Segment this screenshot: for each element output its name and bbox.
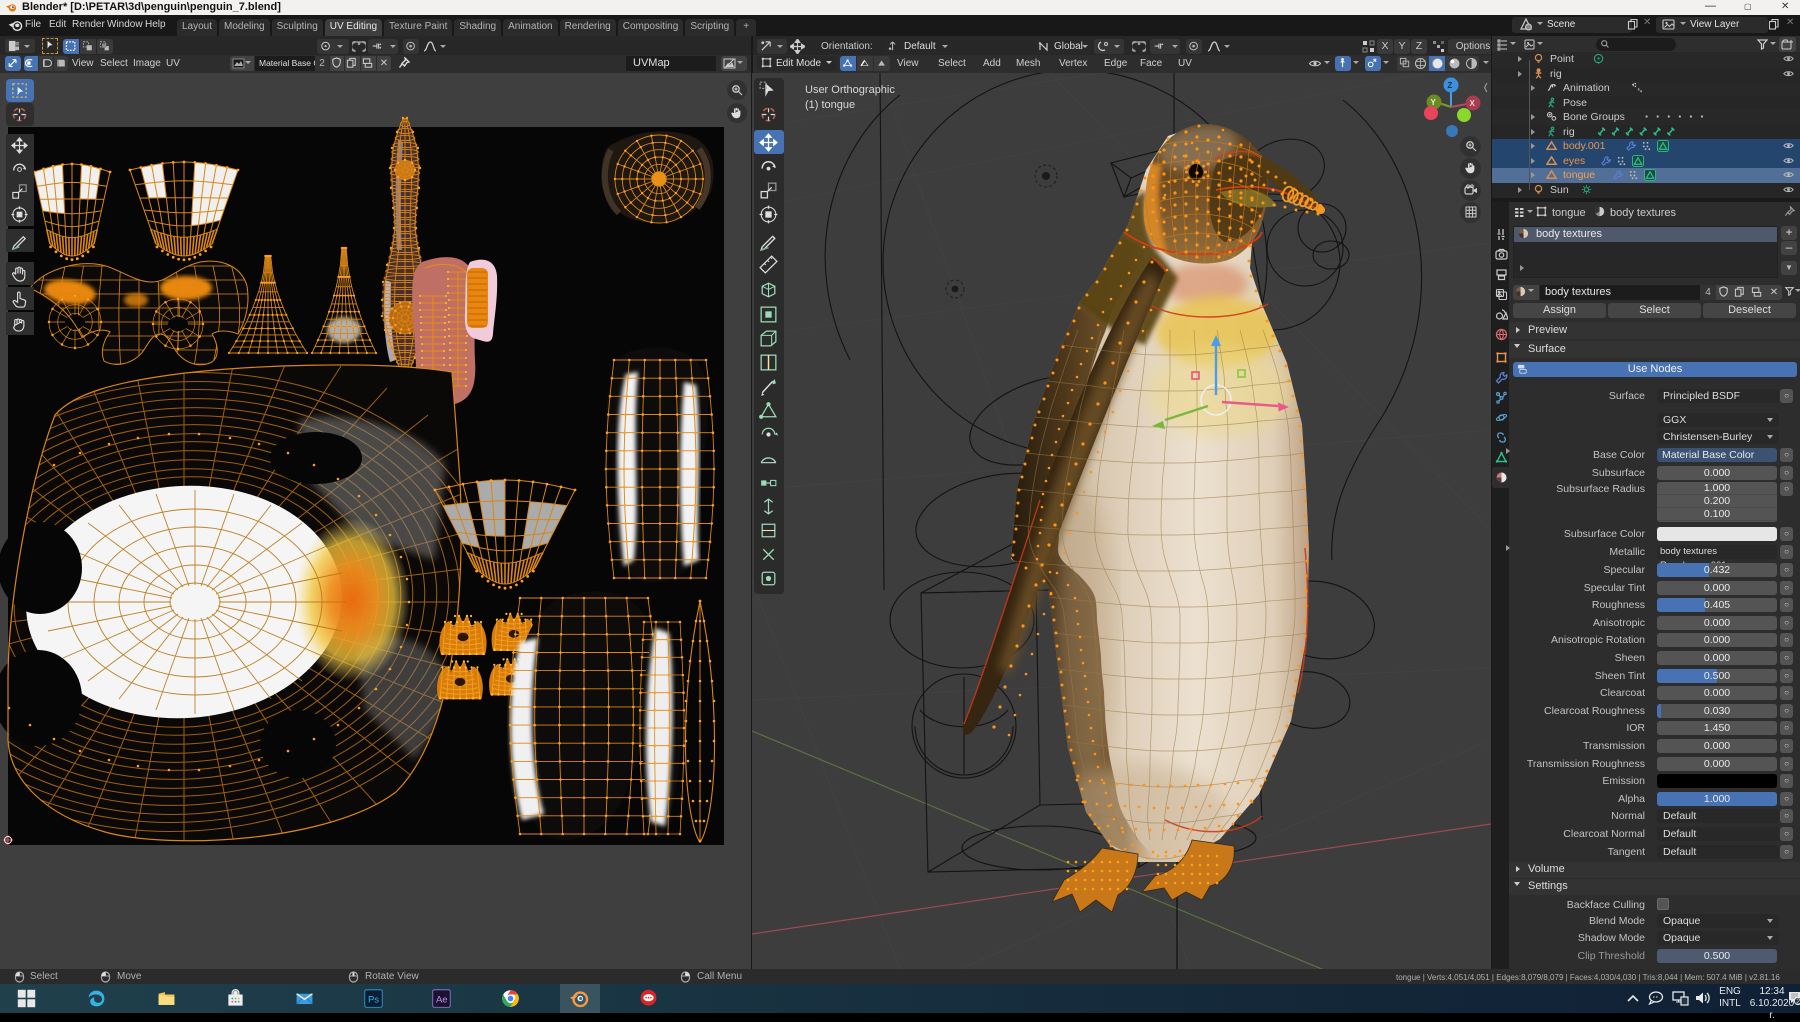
svg-text:Z: Z [1448, 81, 1453, 90]
svg-text:2: 2 [1796, 999, 1800, 1006]
svg-text:Ae: Ae [436, 994, 448, 1005]
svg-text:Y: Y [1431, 98, 1437, 107]
svg-text:X: X [1470, 99, 1476, 108]
svg-text:Ps: Ps [368, 994, 379, 1005]
